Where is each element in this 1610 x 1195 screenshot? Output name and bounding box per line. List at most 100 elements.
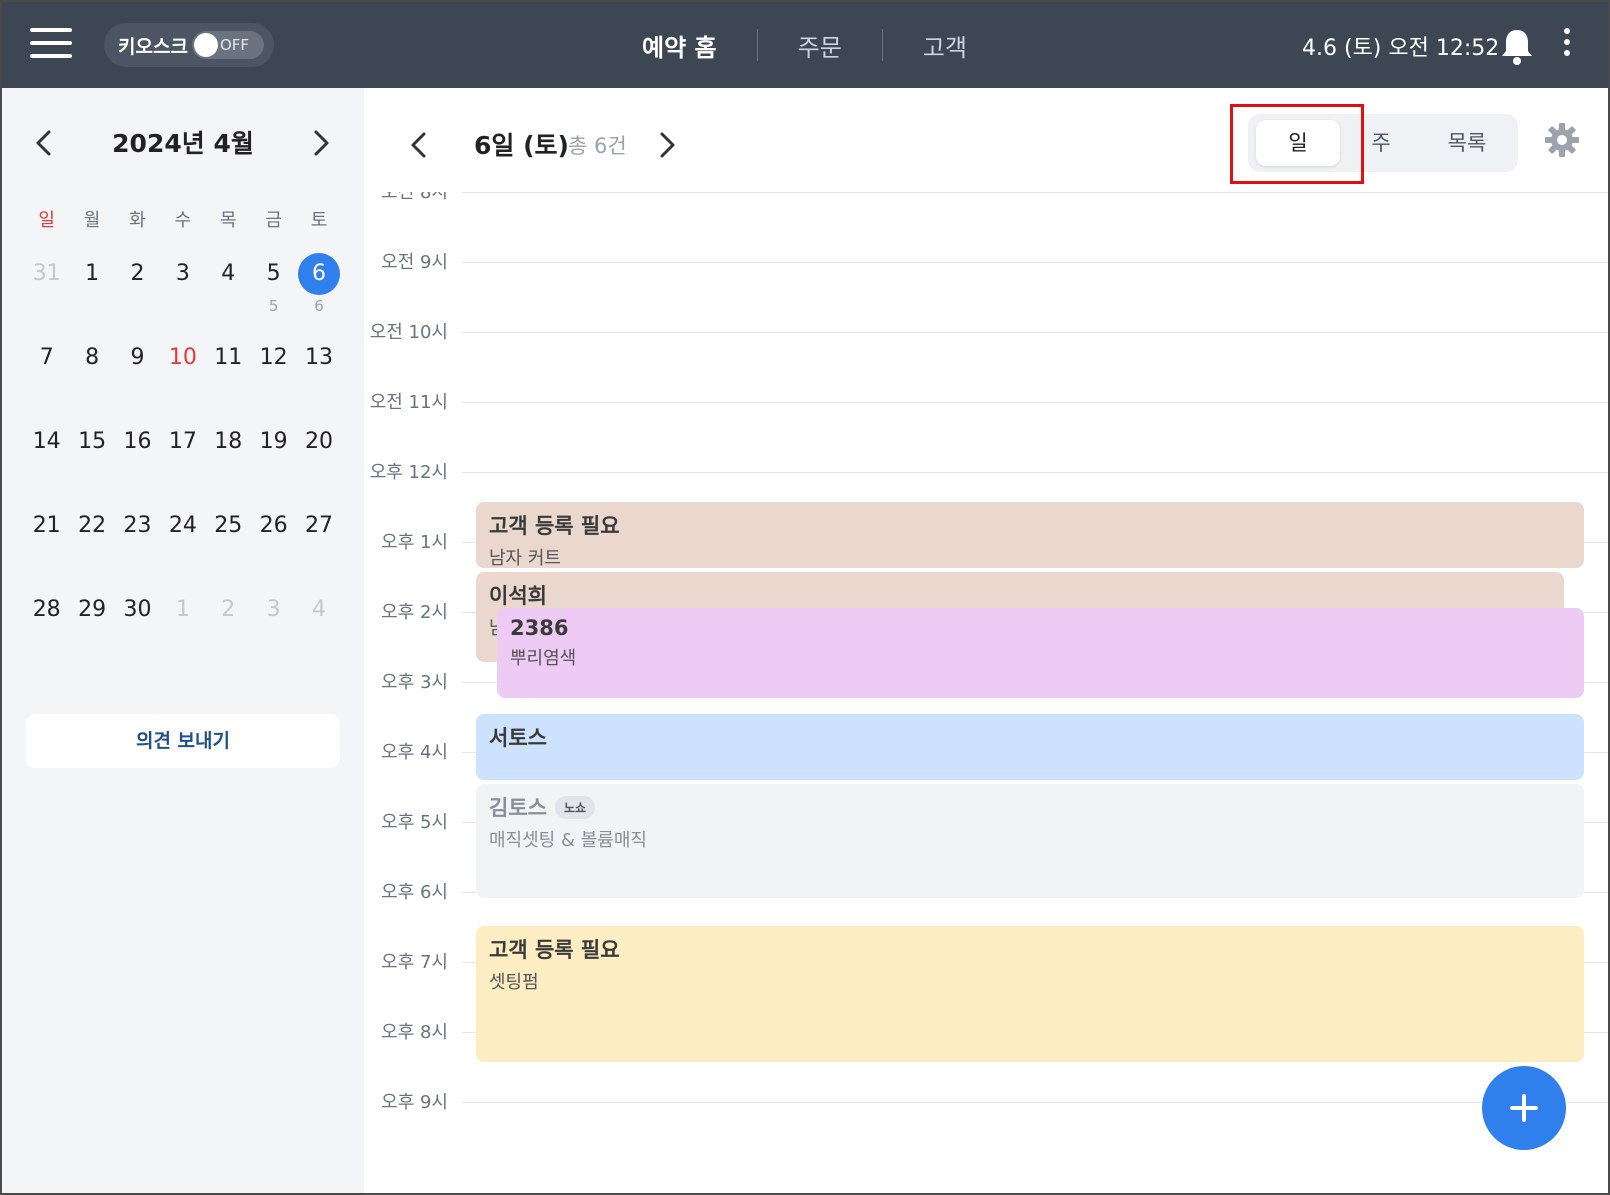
chevron-right-icon[interactable] bbox=[304, 126, 338, 160]
day-reservation-count: 5 bbox=[268, 297, 279, 315]
calendar-day[interactable]: 66 bbox=[296, 253, 341, 337]
calendar-day[interactable]: 2 bbox=[206, 589, 251, 673]
calendar-day[interactable]: 29 bbox=[69, 589, 114, 673]
hour-label: 오전 8시 bbox=[381, 192, 448, 203]
event-card[interactable]: 2386 뿌리염색 bbox=[497, 608, 1584, 698]
calendar-day[interactable]: 1 bbox=[69, 253, 114, 337]
day-number: 5 bbox=[266, 261, 281, 286]
calendar-day[interactable]: 19 bbox=[251, 421, 296, 505]
day-number: 17 bbox=[168, 429, 197, 454]
hour-gridline bbox=[462, 332, 1608, 333]
calendar-day[interactable]: 8 bbox=[69, 337, 114, 421]
event-title: 2386 bbox=[510, 616, 569, 640]
hour-row: 오전 10시 bbox=[364, 322, 1608, 404]
day-number: 18 bbox=[214, 429, 243, 454]
calendar-day[interactable]: 27 bbox=[296, 505, 341, 589]
calendar-day[interactable]: 18 bbox=[206, 421, 251, 505]
calendar-day[interactable]: 31 bbox=[24, 253, 69, 337]
day-number: 24 bbox=[168, 513, 197, 538]
weekday-label: 목 bbox=[219, 210, 237, 231]
calendar-day[interactable]: 2 bbox=[115, 253, 160, 337]
calendar-day[interactable]: 17 bbox=[160, 421, 205, 505]
hour-gridline bbox=[462, 402, 1608, 403]
tab-day[interactable]: 일 bbox=[1256, 120, 1340, 166]
calendar-day[interactable]: 1 bbox=[160, 589, 205, 673]
clock: 4.6 (토) 오전 12:52 bbox=[1302, 36, 1500, 61]
add-reservation-button[interactable] bbox=[1482, 1066, 1566, 1150]
hour-gridline bbox=[462, 192, 1608, 193]
calendar-day[interactable]: 16 bbox=[115, 421, 160, 505]
hour-label: 오전 10시 bbox=[369, 322, 448, 343]
calendar-day[interactable]: 3 bbox=[160, 253, 205, 337]
calendar-day[interactable]: 4 bbox=[206, 253, 251, 337]
day-number: 31 bbox=[32, 261, 61, 286]
calendar-day[interactable]: 22 bbox=[69, 505, 114, 589]
weekday-label: 일 bbox=[38, 210, 55, 231]
calendar-day[interactable]: 30 bbox=[115, 589, 160, 673]
calendar-day[interactable]: 4 bbox=[296, 589, 341, 673]
hour-gridline bbox=[462, 1102, 1608, 1103]
gear-icon[interactable] bbox=[1544, 122, 1580, 158]
calendar-day[interactable]: 12 bbox=[251, 337, 296, 421]
calendar-day[interactable]: 55 bbox=[251, 253, 296, 337]
hour-label: 오전 9시 bbox=[381, 252, 448, 273]
day-number: 25 bbox=[214, 513, 243, 538]
nav-customers[interactable]: 고객 bbox=[883, 28, 1007, 63]
day-number: 1 bbox=[85, 261, 100, 286]
calendar-day[interactable]: 10 bbox=[160, 337, 205, 421]
weekday-label: 수 bbox=[174, 210, 192, 231]
event-title: 김토스 bbox=[489, 796, 547, 820]
event-card[interactable]: 김토스 노쇼 매직셋팅 & 볼륨매직 bbox=[476, 784, 1584, 898]
kiosk-switch-knob bbox=[194, 33, 218, 57]
day-title: 6일 (토) bbox=[474, 131, 569, 160]
event-service: 남자 커트 bbox=[489, 548, 561, 568]
mini-calendar-panel: 2024년 4월 일월화수목금토 31 1 2 3 4 5 5 6 6 7 8 9 10 11 12 13 14… bbox=[2, 88, 364, 1193]
kiosk-toggle-group[interactable]: 키오스크 OFF bbox=[104, 23, 274, 67]
calendar-day[interactable]: 24 bbox=[160, 505, 205, 589]
calendar-day[interactable]: 20 bbox=[296, 421, 341, 505]
calendar-day[interactable]: 11 bbox=[206, 337, 251, 421]
calendar-day[interactable]: 15 bbox=[69, 421, 114, 505]
day-number: 7 bbox=[39, 345, 54, 370]
hour-row: 오전 11시 bbox=[364, 392, 1608, 474]
hour-gridline bbox=[462, 262, 1608, 263]
calendar-day[interactable]: 21 bbox=[24, 505, 69, 589]
day-number: 23 bbox=[123, 513, 152, 538]
tab-list[interactable]: 목록 bbox=[1424, 120, 1510, 166]
calendar-day[interactable]: 25 bbox=[206, 505, 251, 589]
menu-icon[interactable] bbox=[30, 28, 72, 60]
day-number: 15 bbox=[78, 429, 107, 454]
kiosk-switch[interactable]: OFF bbox=[192, 31, 264, 59]
hour-label: 오후 3시 bbox=[381, 672, 448, 693]
day-grid: 31 1 2 3 4 5 5 6 6 7 8 9 10 11 12 13 14 15 16 17 18 19 20 21 22 2… bbox=[24, 253, 342, 673]
event-card[interactable]: 고객 등록 필요 남자 커트 bbox=[476, 502, 1584, 568]
day-number: 21 bbox=[32, 513, 61, 538]
bell-icon[interactable] bbox=[1499, 26, 1535, 66]
hour-label: 오후 8시 bbox=[381, 1022, 448, 1043]
send-feedback-button[interactable]: 의견 보내기 bbox=[26, 714, 340, 768]
day-number: 20 bbox=[305, 429, 334, 454]
more-icon[interactable] bbox=[1562, 28, 1572, 62]
time-grid: 오전 8시 오전 9시 오전 10시 오전 11시 오후 12시 오후 1시 오후 2시 오후… bbox=[364, 192, 1608, 1193]
next-day-icon[interactable] bbox=[652, 128, 682, 162]
hour-label: 오후 5시 bbox=[381, 812, 448, 833]
nav-orders[interactable]: 주문 bbox=[758, 28, 882, 63]
prev-day-icon[interactable] bbox=[404, 128, 434, 162]
tab-week[interactable]: 주 bbox=[1344, 120, 1418, 166]
event-card[interactable]: 고객 등록 필요 셋팅펌 bbox=[476, 926, 1584, 1062]
calendar-day[interactable]: 14 bbox=[24, 421, 69, 505]
event-service: 매직셋팅 & 볼륨매직 bbox=[489, 830, 647, 851]
event-service: 뿌리염색 bbox=[510, 648, 577, 669]
calendar-day[interactable]: 26 bbox=[251, 505, 296, 589]
calendar-day[interactable]: 9 bbox=[115, 337, 160, 421]
calendar-day[interactable]: 13 bbox=[296, 337, 341, 421]
calendar-day[interactable]: 28 bbox=[24, 589, 69, 673]
calendar-day[interactable]: 23 bbox=[115, 505, 160, 589]
day-number: 1 bbox=[175, 597, 190, 622]
calendar-day[interactable]: 7 bbox=[24, 337, 69, 421]
event-card[interactable]: 서토스 bbox=[476, 714, 1584, 780]
hour-gridline bbox=[462, 472, 1608, 473]
calendar-day[interactable]: 3 bbox=[251, 589, 296, 673]
nav-reservation-home[interactable]: 예약 홈 bbox=[602, 28, 757, 63]
hour-label: 오후 1시 bbox=[381, 532, 448, 553]
